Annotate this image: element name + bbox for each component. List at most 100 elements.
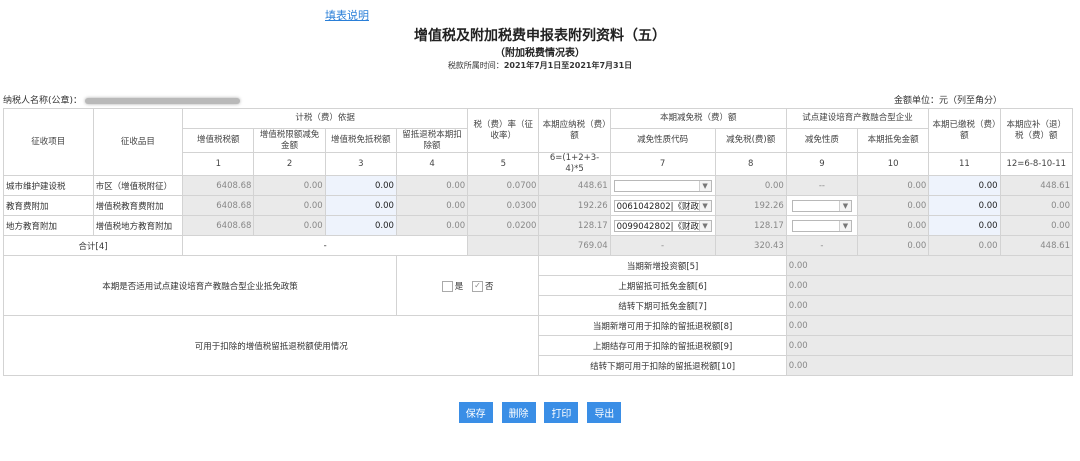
row-subitem: 增值税教育费附加 <box>92 195 184 216</box>
table-row: 城市维护建设税 市区（增值税附征） 6408.68 0.00 0.00 0.00… <box>3 175 1074 196</box>
reduce-code-select[interactable]: 0099042802|《财政部 ▼ <box>613 219 712 232</box>
taxpayer-name: 纳税人名称(公章)： <box>3 93 241 106</box>
row-item: 城市维护建设税 <box>3 175 94 196</box>
row-due: 0.00 <box>999 215 1074 236</box>
row-pilot-amount: 0.00 <box>857 175 930 196</box>
total-paid: 0.00 <box>928 235 1001 256</box>
pilot-row-value: 0.00 <box>785 295 1074 316</box>
delete-button[interactable]: 删除 <box>501 402 536 423</box>
refund-row-value: 0.00 <box>785 335 1074 356</box>
refund-row-label: 上期结存可用于扣除的留抵退税额[9] <box>538 335 787 356</box>
row-vat-amount: 6408.68 <box>182 175 255 196</box>
pilot-row-value: 0.00 <box>785 275 1074 296</box>
row-reduce-code-cell: ▼ <box>609 175 716 196</box>
refund-row-value: 0.00 <box>785 315 1074 336</box>
row-rate: 0.0300 <box>467 195 540 216</box>
col-num-7: 7 <box>609 152 716 176</box>
header-pilot-amount: 本期抵免金额 <box>857 128 930 153</box>
refund-row-label: 当期新增可用于扣除的留抵退税额[8] <box>538 315 787 336</box>
pilot-choice: 是 ✓ 否 <box>395 255 540 316</box>
chevron-down-icon[interactable]: ▼ <box>698 180 711 191</box>
pilot-row-value: 0.00 <box>785 255 1074 276</box>
row-paid-input[interactable]: 0.00 <box>928 215 1001 236</box>
header-payable: 本期应纳税（费）额 <box>538 108 611 153</box>
header-vat-exempt: 增值税免抵税额 <box>324 128 397 153</box>
surcharge-table: 征收项目 征收品目 计税（费）依据 税（费）率（征收率） 本期应纳税（费）额 本… <box>2 108 1074 376</box>
col-num-10: 10 <box>857 152 930 176</box>
taxpayer-label: 纳税人名称(公章)： <box>3 96 83 106</box>
save-button[interactable]: 保存 <box>458 402 493 423</box>
table-row: 教育费附加 增值税教育费附加 6408.68 0.00 0.00 0.00 0.… <box>3 195 1074 216</box>
total-basis: - <box>182 235 469 256</box>
reduce-code-select[interactable]: 0061042802|《财政部 ▼ <box>613 199 712 212</box>
pilot-row-label: 结转下期可抵免金额[7] <box>538 295 787 316</box>
row-refund-deduct: 0.00 <box>395 175 469 196</box>
help-link[interactable]: 填表说明 <box>325 7 369 23</box>
row-pilot-nature-cell: ▼ <box>785 195 859 216</box>
row-paid-input[interactable]: 0.00 <box>928 195 1001 216</box>
row-vat-amount: 6408.68 <box>182 215 255 236</box>
pilot-row: 本期是否适用试点建设培育产教融合型企业抵免政策 是 ✓ 否 当期新增投资额[5] … <box>3 255 1074 316</box>
chevron-down-icon[interactable]: ▼ <box>838 200 851 211</box>
row-paid-input[interactable]: 0.00 <box>928 175 1001 196</box>
row-reduce-amount: 128.17 <box>714 215 787 236</box>
row-pilot-amount: 0.00 <box>857 215 930 236</box>
header-due: 本期应补（退）税（费）额 <box>999 108 1074 153</box>
taxpayer-name-redacted <box>85 97 241 104</box>
total-pilot-amount: 0.00 <box>857 235 930 256</box>
header-basis-group: 计税（费）依据 <box>182 108 469 129</box>
yes-checkbox[interactable] <box>441 280 453 292</box>
reduce-code-select[interactable]: ▼ <box>613 179 712 192</box>
row-subitem: 增值税地方教育附加 <box>92 215 184 236</box>
header-rate: 税（费）率（征收率） <box>467 108 540 153</box>
row-vat-exempt-input[interactable]: 0.00 <box>324 195 397 216</box>
pilot-nature-select[interactable]: ▼ <box>791 199 852 212</box>
pilot-nature-select[interactable]: ▼ <box>791 219 852 232</box>
total-reduce-amount: 320.43 <box>714 235 787 256</box>
row-vat-amount: 6408.68 <box>182 195 255 216</box>
row-vat-exempt-input[interactable]: 0.00 <box>324 215 397 236</box>
action-bar: 保存 删除 打印 导出 <box>0 402 1080 423</box>
refund-row: 可用于扣除的增值税留抵退税额使用情况 当期新增可用于扣除的留抵退税额[8] 0.… <box>2 315 1074 376</box>
reduce-code-value: 0061042802|《财政部 <box>616 201 708 212</box>
row-item: 地方教育附加 <box>3 215 94 236</box>
period-label: 税款所属时间： <box>447 61 504 70</box>
row-vat-limit-reduce: 0.00 <box>253 175 326 196</box>
no-label: 否 <box>485 281 494 292</box>
header-pilot-group: 试点建设培育产教融合型企业 <box>785 108 930 129</box>
row-rate: 0.0200 <box>467 215 540 236</box>
total-due: 448.61 <box>999 235 1074 256</box>
header-vat-amount: 增值税税额 <box>182 128 255 153</box>
row-rate: 0.0700 <box>467 175 540 196</box>
row-item: 教育费附加 <box>3 195 94 216</box>
row-pilot-nature-cell: ▼ <box>785 215 859 236</box>
total-payable: 769.04 <box>538 235 611 256</box>
row-reduce-code-cell: 0099042802|《财政部 ▼ <box>609 215 716 236</box>
page-subtitle: （附加税费情况表） <box>495 48 585 59</box>
col-num-8: 8 <box>714 152 787 176</box>
col-num-1: 1 <box>182 152 255 176</box>
row-pilot-amount: 0.00 <box>857 195 930 216</box>
refund-question: 可用于扣除的增值税留抵退税额使用情况 <box>2 315 540 376</box>
pilot-row-label: 当期新增投资额[5] <box>538 255 787 276</box>
header-reduce-amount: 减免税(费)额 <box>714 128 787 153</box>
total-rate <box>467 235 540 256</box>
chevron-down-icon[interactable]: ▼ <box>698 220 711 231</box>
row-vat-limit-reduce: 0.00 <box>253 215 326 236</box>
chevron-down-icon[interactable]: ▼ <box>698 200 711 211</box>
row-refund-deduct: 0.00 <box>395 195 469 216</box>
tax-period: 税款所属时间：2021年7月1日至2021年7月31日 <box>0 60 1080 71</box>
row-vat-exempt-input[interactable]: 0.00 <box>324 175 397 196</box>
print-button[interactable]: 打印 <box>544 402 579 423</box>
row-refund-deduct: 0.00 <box>395 215 469 236</box>
chevron-down-icon[interactable]: ▼ <box>838 220 851 231</box>
row-reduce-amount: 0.00 <box>714 175 787 196</box>
no-checkbox[interactable]: ✓ <box>472 280 484 292</box>
header-reduce-code: 减免性质代码 <box>609 128 716 153</box>
export-button[interactable]: 导出 <box>587 402 622 423</box>
col-num-5: 5 <box>467 152 540 176</box>
col-num-12: 12=6-8-10-11 <box>999 152 1074 176</box>
period-value: 2021年7月1日至2021年7月31日 <box>503 61 633 70</box>
col-num-4: 4 <box>395 152 469 176</box>
header-subitem: 征收品目 <box>92 108 184 176</box>
